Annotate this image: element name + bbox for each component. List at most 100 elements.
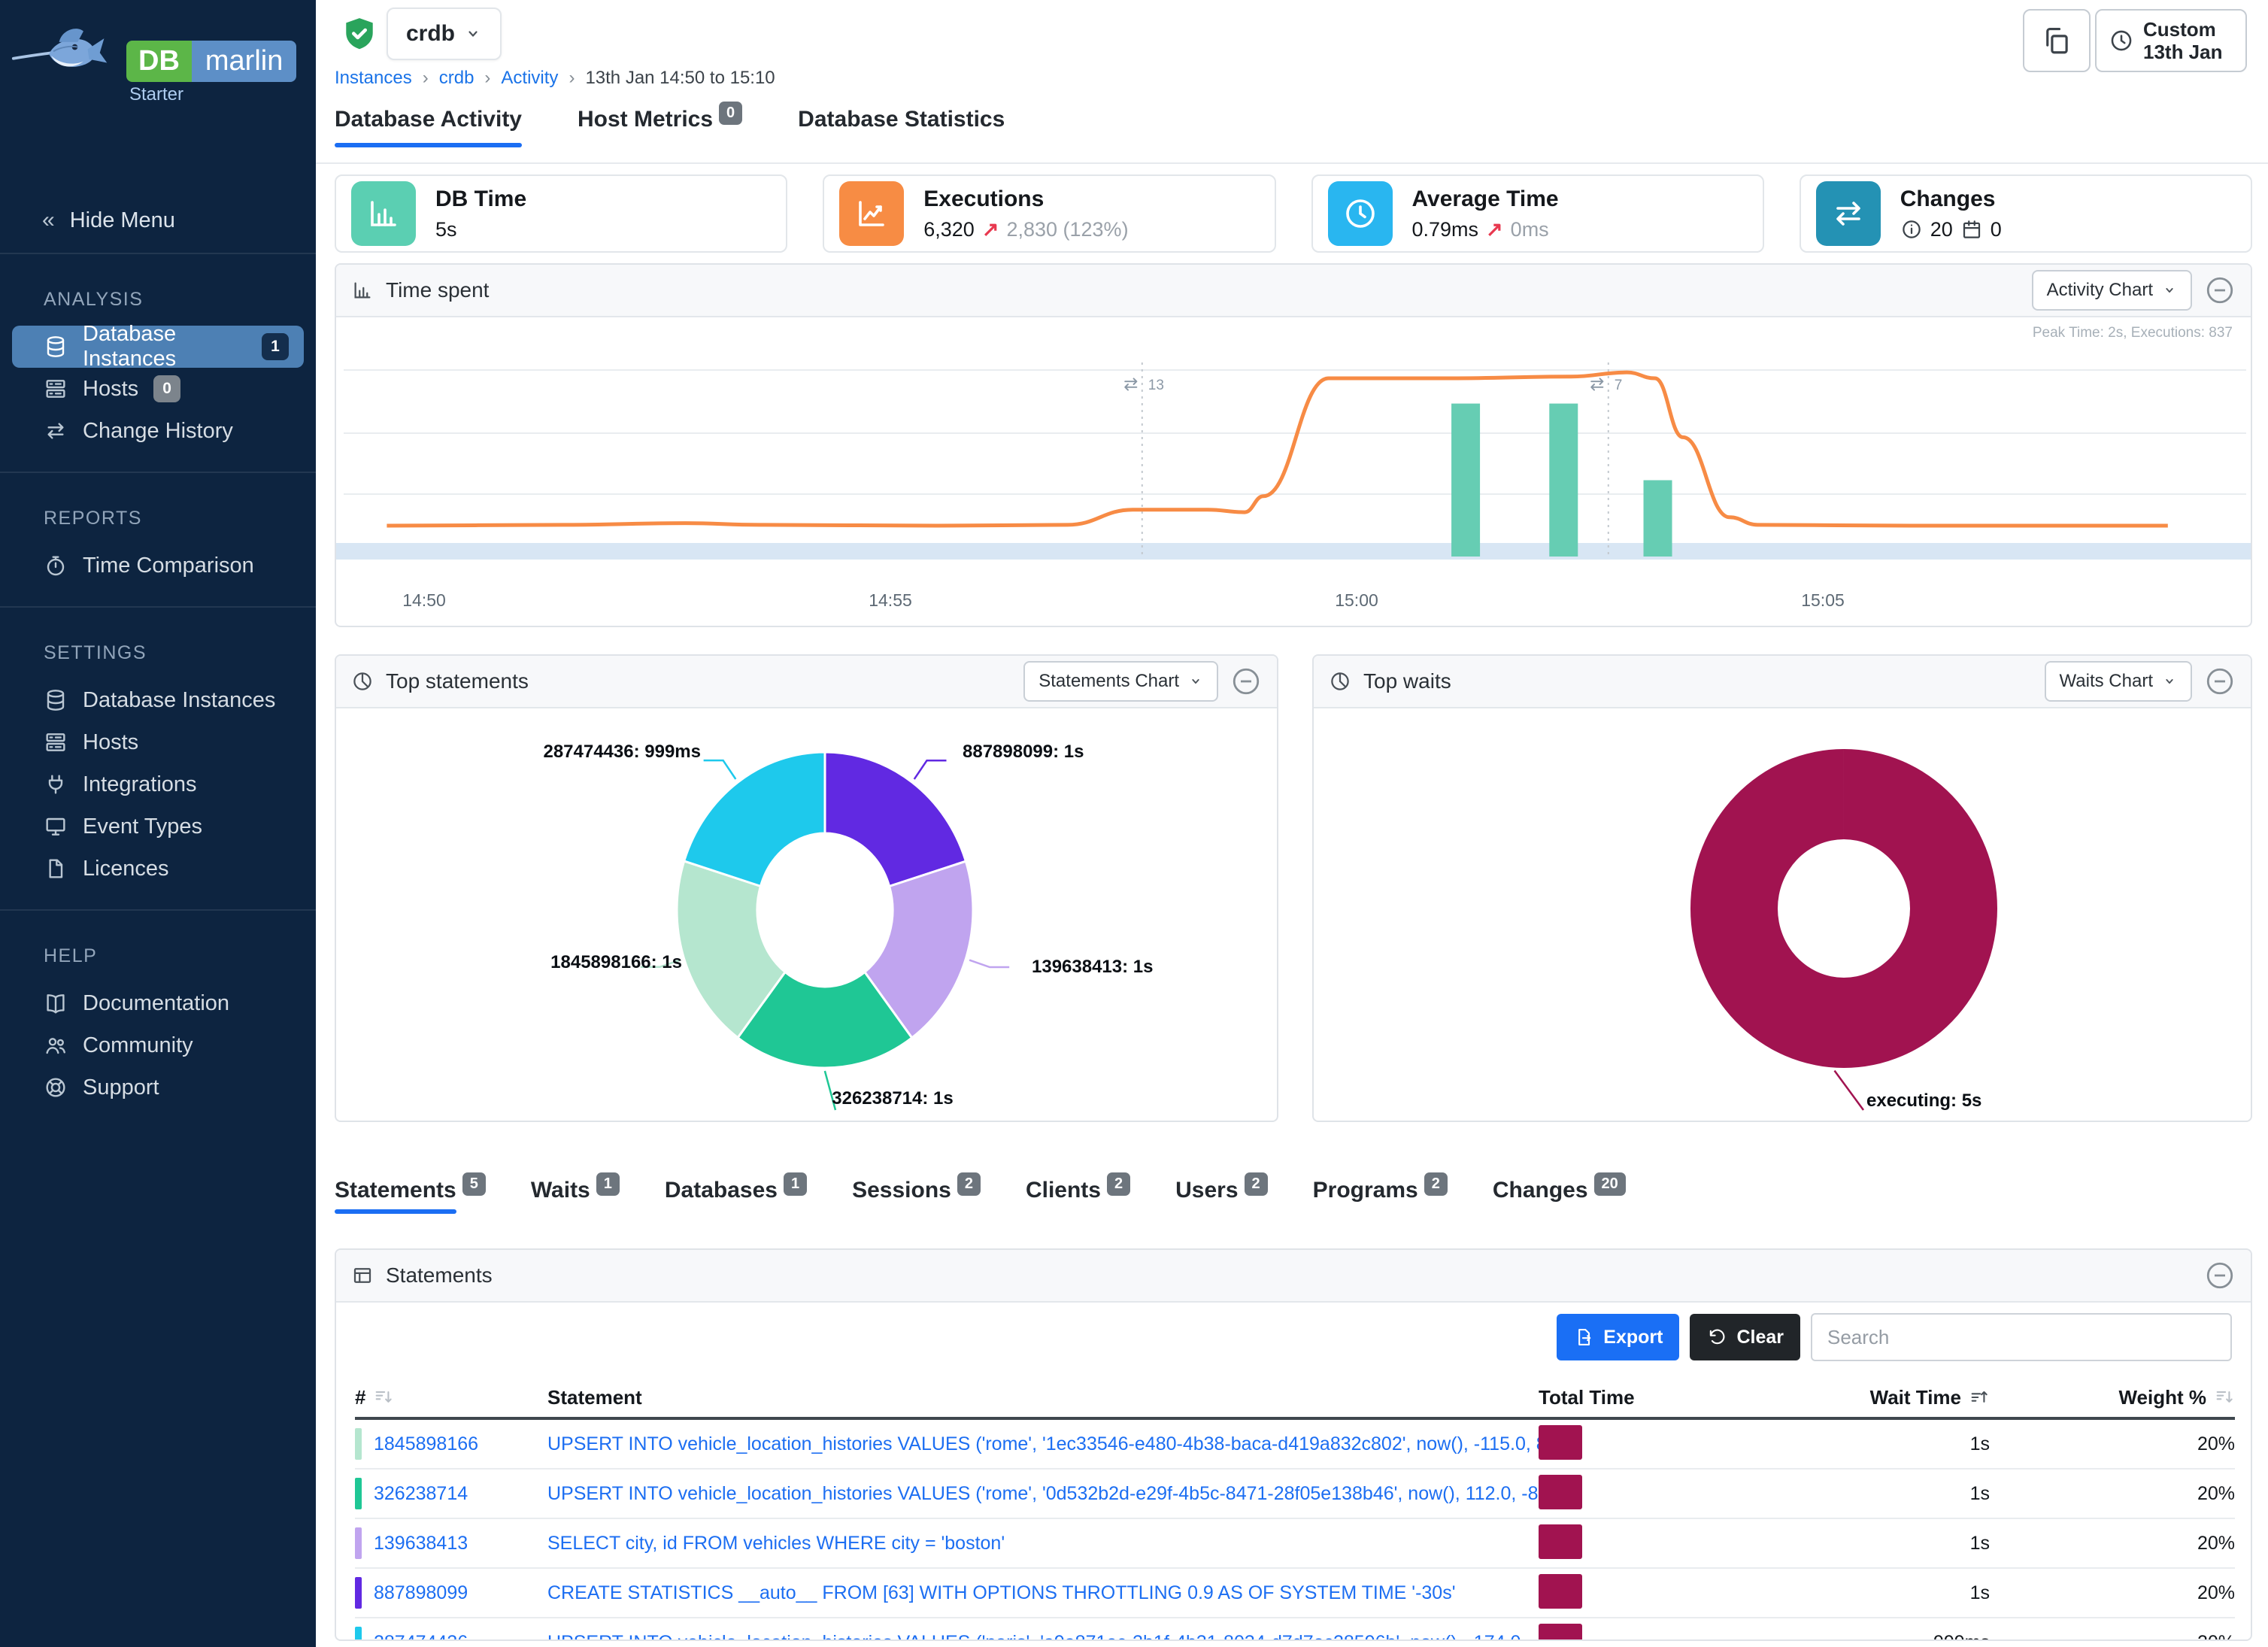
sidebar-item-icon xyxy=(44,688,68,712)
table-toolbar: Export Clear xyxy=(1557,1313,2232,1361)
detail-tab-clients[interactable]: Clients2 xyxy=(1026,1178,1130,1214)
detail-tab-programs[interactable]: Programs2 xyxy=(1313,1178,1448,1214)
sidebar-item-icon xyxy=(44,772,68,796)
tab-database-statistics[interactable]: Database Statistics xyxy=(798,107,1005,134)
column-header-weight[interactable]: Weight % xyxy=(1990,1386,2235,1409)
collapse-panel-icon[interactable] xyxy=(2204,1260,2236,1291)
sort-icon[interactable] xyxy=(373,1387,394,1408)
collapse-panel-icon[interactable] xyxy=(1230,666,1262,697)
sidebar-item-label: Documentation xyxy=(83,991,229,1016)
activity-chart-menu[interactable]: Activity Chart xyxy=(2032,270,2192,311)
statements-donut-chart[interactable]: 887898099: 1s139638413: 1s326238714: 1s1… xyxy=(336,708,1277,1122)
sidebar-item-support[interactable]: Support xyxy=(0,1066,316,1109)
tab-host-metrics[interactable]: Host Metrics0 xyxy=(578,107,742,134)
sidebar-item-community[interactable]: Community xyxy=(0,1024,316,1066)
card-title: Executions xyxy=(923,187,1128,212)
statement-id-link[interactable]: 326238714 xyxy=(374,1483,468,1505)
changes-count: 20 xyxy=(1930,218,1953,241)
table-row[interactable]: 287474436 UPSERT INTO vehicle_location_h… xyxy=(355,1618,2235,1641)
sidebar-item-licences[interactable]: Licences xyxy=(0,848,316,890)
total-time-bar xyxy=(1539,1624,1582,1642)
statement-id-link[interactable]: 1845898166 xyxy=(374,1433,478,1455)
search-input[interactable] xyxy=(1811,1313,2232,1361)
breadcrumb-activity[interactable]: Activity xyxy=(501,68,558,89)
pie-chart-icon xyxy=(1329,670,1351,693)
detail-tab-waits[interactable]: Waits1 xyxy=(531,1178,620,1214)
table-row[interactable]: 887898099 CREATE STATISTICS __auto__ FRO… xyxy=(355,1569,2235,1618)
tab-count-badge: 2 xyxy=(1245,1172,1268,1196)
breadcrumb-crdb[interactable]: crdb xyxy=(439,68,475,89)
detail-tab-users[interactable]: Users2 xyxy=(1175,1178,1268,1214)
tab-count-badge: 0 xyxy=(719,102,742,125)
detail-tab-statements[interactable]: Statements5 xyxy=(335,1178,486,1214)
sort-icon[interactable] xyxy=(2214,1387,2235,1408)
table-header-row: #StatementTotal TimeWait TimeWeight % xyxy=(355,1378,2235,1420)
card-value: 5s xyxy=(435,218,457,241)
collapse-panel-icon[interactable] xyxy=(2204,666,2236,697)
x-axis-tick: 14:55 xyxy=(869,590,912,610)
sidebar-item-label: Event Types xyxy=(83,814,202,839)
breadcrumb-separator: › xyxy=(569,68,575,89)
tab-database-activity[interactable]: Database Activity xyxy=(335,107,522,134)
copy-icon xyxy=(2041,25,2072,56)
statement-id-link[interactable]: 887898099 xyxy=(374,1582,468,1604)
waits-chart-menu[interactable]: Waits Chart xyxy=(2045,661,2192,702)
statement-link[interactable]: SELECT city, id FROM vehicles WHERE city… xyxy=(547,1533,1005,1554)
sidebar-item-hosts[interactable]: Hosts xyxy=(0,721,316,763)
sidebar-item-documentation[interactable]: Documentation xyxy=(0,982,316,1024)
breadcrumb-instances[interactable]: Instances xyxy=(335,68,412,89)
sidebar-item-database-instances[interactable]: Database Instances 1 xyxy=(12,326,304,368)
card-title: Average Time xyxy=(1412,187,1559,212)
sidebar-item-integrations[interactable]: Integrations xyxy=(0,763,316,805)
detail-tab-databases[interactable]: Databases1 xyxy=(665,1178,807,1214)
sidebar-item-label: Support xyxy=(83,1075,159,1100)
table-row[interactable]: 326238714 UPSERT INTO vehicle_location_h… xyxy=(355,1470,2235,1519)
statements-chart-menu[interactable]: Statements Chart xyxy=(1023,661,1218,702)
statement-link[interactable]: UPSERT INTO vehicle_location_histories V… xyxy=(547,1483,1539,1504)
donut-label-326238714: 326238714: 1s xyxy=(787,1088,998,1109)
waits-donut-chart[interactable]: executing: 5s xyxy=(1314,708,2251,1122)
weight-cell: 20% xyxy=(2197,1632,2235,1642)
marlin-fish-icon xyxy=(11,18,125,92)
x-axis-tick: 15:05 xyxy=(1801,590,1845,610)
x-axis-tick: 15:00 xyxy=(1335,590,1378,610)
statement-id-link[interactable]: 139638413 xyxy=(374,1533,468,1554)
sidebar-item-change-history[interactable]: Change History xyxy=(0,410,316,452)
clear-button[interactable]: Clear xyxy=(1690,1314,1800,1360)
sidebar-item-label: Change History xyxy=(83,419,233,444)
sidebar-item-database-instances[interactable]: Database Instances xyxy=(0,679,316,721)
swap-arrows-icon xyxy=(1816,181,1881,246)
column-header-wait-time[interactable]: Wait Time xyxy=(1854,1386,1990,1409)
dbmarlin-logo[interactable]: DB marlin Starter xyxy=(0,0,316,188)
sidebar-item-hosts[interactable]: Hosts 0 xyxy=(0,368,316,410)
sidebar-item-time-comparison[interactable]: Time Comparison xyxy=(0,544,316,587)
collapse-panel-icon[interactable] xyxy=(2204,274,2236,306)
table-row[interactable]: 139638413 SELECT city, id FROM vehicles … xyxy=(355,1519,2235,1569)
main-tabs: Database Activity Host Metrics0 Database S… xyxy=(335,107,1005,134)
table-row[interactable]: 1845898166 UPSERT INTO vehicle_location_… xyxy=(355,1420,2235,1470)
sort-asc-icon[interactable] xyxy=(1969,1387,1990,1408)
statement-link[interactable]: UPSERT INTO vehicle_location_histories V… xyxy=(547,1632,1539,1642)
column-header-[interactable]: # xyxy=(355,1386,547,1409)
column-header-total-time: Total Time xyxy=(1539,1386,1854,1409)
instance-selector[interactable]: crdb xyxy=(387,8,502,60)
statement-link[interactable]: UPSERT INTO vehicle_location_histories V… xyxy=(547,1433,1539,1454)
export-button[interactable]: Export xyxy=(1557,1314,1679,1360)
hide-menu-button[interactable]: « Hide Menu xyxy=(0,188,316,254)
tab-label: Waits xyxy=(531,1178,590,1214)
time-spent-chart[interactable]: 13714:5014:5515:0015:05 xyxy=(336,317,2252,627)
sidebar-item-event-types[interactable]: Event Types xyxy=(0,805,316,848)
detail-tab-sessions[interactable]: Sessions2 xyxy=(852,1178,981,1214)
copy-link-button[interactable] xyxy=(2023,9,2091,72)
statement-link[interactable]: CREATE STATISTICS __auto__ FROM [63] WIT… xyxy=(547,1582,1455,1603)
breadcrumb-separator: › xyxy=(484,68,490,89)
statement-id-link[interactable]: 287474436 xyxy=(374,1632,468,1642)
card-average-time: Average Time 0.79ms ↗ 0ms xyxy=(1311,174,1764,253)
time-range-button[interactable]: Custom 13th Jan xyxy=(2095,9,2247,72)
breadcrumb-separator: › xyxy=(423,68,429,89)
sidebar-item-icon xyxy=(44,1075,68,1100)
card-title: DB Time xyxy=(435,187,526,212)
sidebar-section-title: REPORTS xyxy=(44,508,316,529)
detail-tab-changes[interactable]: Changes20 xyxy=(1493,1178,1626,1214)
undo-icon xyxy=(1706,1327,1727,1348)
